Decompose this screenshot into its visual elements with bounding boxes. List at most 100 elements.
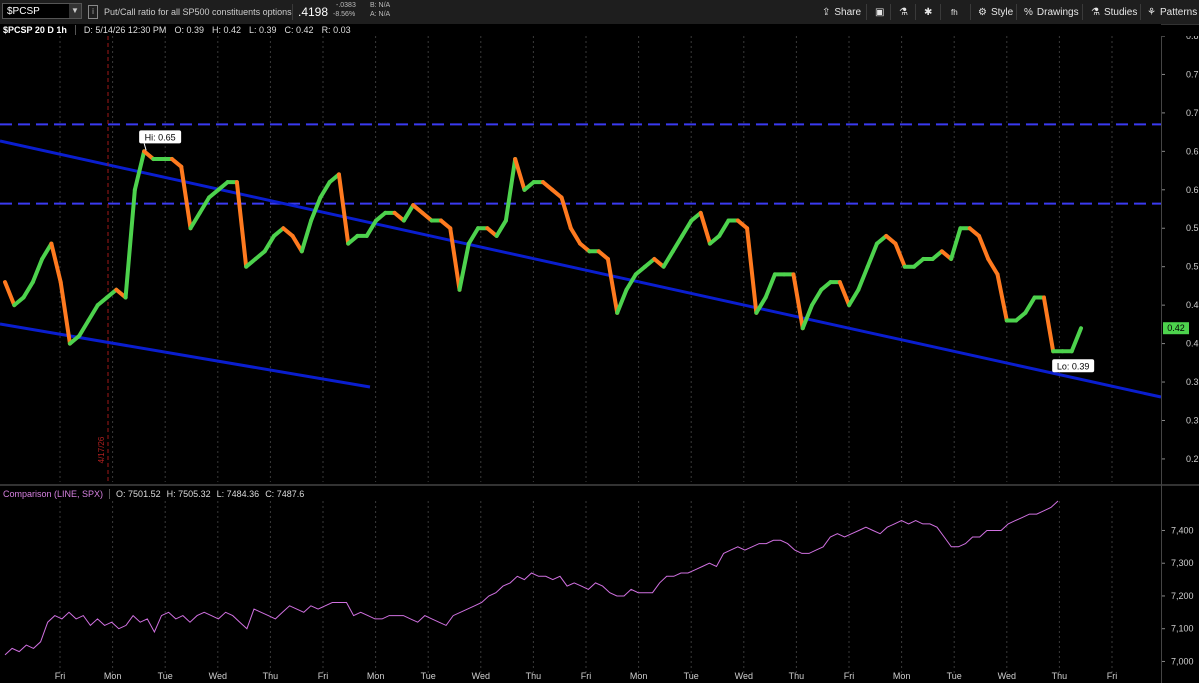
x-tick-label: Fri: [581, 671, 592, 681]
drawings-icon: %: [1024, 6, 1033, 18]
trendline: [0, 139, 1162, 399]
bar-date: D: 5/14/26 12:30 PM: [83, 25, 167, 35]
y-tick-label: 0.3: [1186, 415, 1199, 425]
main-info-bar: $PCSP 20 D 1h D: 5/14/26 12:30 PM O: 0.3…: [0, 24, 1161, 36]
y-tick-label: 0.45: [1186, 300, 1199, 310]
price-segment: [21, 280, 35, 300]
price-segment: [763, 272, 777, 300]
x-tick-label: Fri: [55, 671, 66, 681]
y-tick-label: 0.8: [1186, 36, 1199, 41]
bar-open: O: 0.39: [174, 25, 204, 35]
bar-range: R: 0.03: [321, 25, 351, 35]
price-segment: [995, 272, 1009, 323]
divider: [940, 4, 941, 20]
price-segment: [336, 172, 351, 246]
price-segment: [3, 280, 17, 308]
price-segment: [318, 180, 332, 200]
grid-lines: [59, 36, 1113, 676]
price-segment: [670, 233, 685, 254]
x-tick-label: Tue: [684, 671, 699, 681]
share-icon: ⇪: [822, 6, 831, 18]
price-segment: [466, 226, 481, 246]
share-label: Share: [834, 6, 862, 18]
price-segment: [457, 241, 471, 292]
y-tick-label: 7,200: [1171, 591, 1194, 601]
trendline: [0, 322, 371, 389]
lower-y-axis: 7,400 7,300 7,200 7,100 7,000: [1161, 525, 1194, 666]
price-segment: [188, 210, 202, 231]
y-tick-label: 0.6: [1186, 185, 1199, 195]
divider: [866, 4, 867, 20]
bar-low: L: 0.39: [249, 25, 277, 35]
x-tick-label: Fri: [318, 671, 329, 681]
info-icon[interactable]: i: [88, 5, 98, 19]
divider: [970, 4, 971, 20]
price-segment: [299, 218, 314, 254]
ask-value: A: N/A: [370, 11, 391, 18]
symbol-input[interactable]: $PCSP ▼: [2, 3, 82, 19]
price-segment: [568, 226, 583, 246]
x-tick-label: Thu: [263, 671, 279, 681]
symbol-text: $PCSP: [7, 5, 40, 17]
price-segment: [810, 287, 824, 308]
price-segment: [745, 226, 759, 315]
x-tick-label: Mon: [630, 671, 648, 681]
x-tick-label: Fri: [844, 671, 855, 681]
spx-line: [4, 500, 1059, 656]
price-segment: [513, 157, 527, 192]
patterns-icon: ⚘: [1147, 6, 1156, 18]
price-segment: [503, 157, 518, 223]
style-button[interactable]: ⚙ Style: [974, 3, 1017, 21]
spx-series: [4, 500, 1059, 656]
price-segment: [615, 287, 629, 315]
panel-divider[interactable]: [0, 484, 1199, 486]
divider: [74, 25, 76, 35]
price-segment: [661, 249, 675, 269]
x-tick-label: Mon: [104, 671, 122, 681]
patterns-label: Patterns: [1159, 6, 1198, 18]
patterns-button[interactable]: ⚘ Patterns: [1143, 3, 1199, 21]
price-segment: [976, 233, 991, 261]
cursor-date-label: 4/17/26: [97, 436, 106, 463]
price-segment: [800, 303, 814, 331]
divider: [915, 4, 916, 20]
pcsp-series: [3, 149, 1083, 354]
x-tick-label: Wed: [735, 671, 753, 681]
y-tick-label: 0.5: [1186, 262, 1199, 272]
axis-divider: [1161, 36, 1162, 683]
timeframe-button[interactable]: fh: [947, 3, 962, 21]
studies-button[interactable]: ⚗ Studies: [1087, 3, 1141, 21]
price-segment: [1041, 295, 1056, 354]
timeframe-label: fh: [951, 7, 958, 17]
price-segment: [698, 210, 712, 246]
price-segment: [494, 218, 508, 238]
drawings-button[interactable]: % Drawings: [1020, 3, 1083, 21]
flask-button[interactable]: ⚗: [895, 3, 912, 21]
price-segment: [30, 257, 45, 285]
studies-label: Studies: [1103, 6, 1138, 18]
settings-button[interactable]: ✱: [920, 3, 936, 21]
hi-label-pointer: [143, 143, 147, 151]
chart-canvas[interactable]: 0.8 0.75 0.7 0.65 0.6 0.55 0.5 0.45 0.4 0.35 0.3 0.…: [0, 36, 1199, 683]
annotation-labels: Hi: 0.65 Lo: 0.39 0.42: [139, 130, 1189, 373]
y-tick-label: 7,300: [1171, 558, 1194, 568]
y-tick-label: 0.25: [1186, 454, 1199, 464]
divider: [1082, 4, 1083, 20]
style-icon: ⚙: [978, 6, 987, 18]
bid-value: B: N/A: [370, 2, 391, 9]
gear-icon: ✱: [924, 6, 933, 18]
divider: [890, 4, 891, 20]
share-button[interactable]: ⇪ Share: [818, 3, 865, 21]
snapshot-button[interactable]: ▣: [871, 3, 888, 21]
chevron-down-icon[interactable]: ▼: [69, 4, 81, 18]
price-segment: [1023, 295, 1037, 315]
price-segment: [448, 226, 462, 292]
price-segment: [791, 272, 805, 331]
price-segment: [949, 226, 963, 261]
x-tick-label: Mon: [367, 671, 385, 681]
price-segment: [893, 241, 907, 269]
y-tick-label: 7,000: [1171, 656, 1194, 666]
y-tick-label: 7,100: [1171, 624, 1194, 634]
x-tick-label: Wed: [998, 671, 1016, 681]
price-segment: [77, 318, 91, 338]
